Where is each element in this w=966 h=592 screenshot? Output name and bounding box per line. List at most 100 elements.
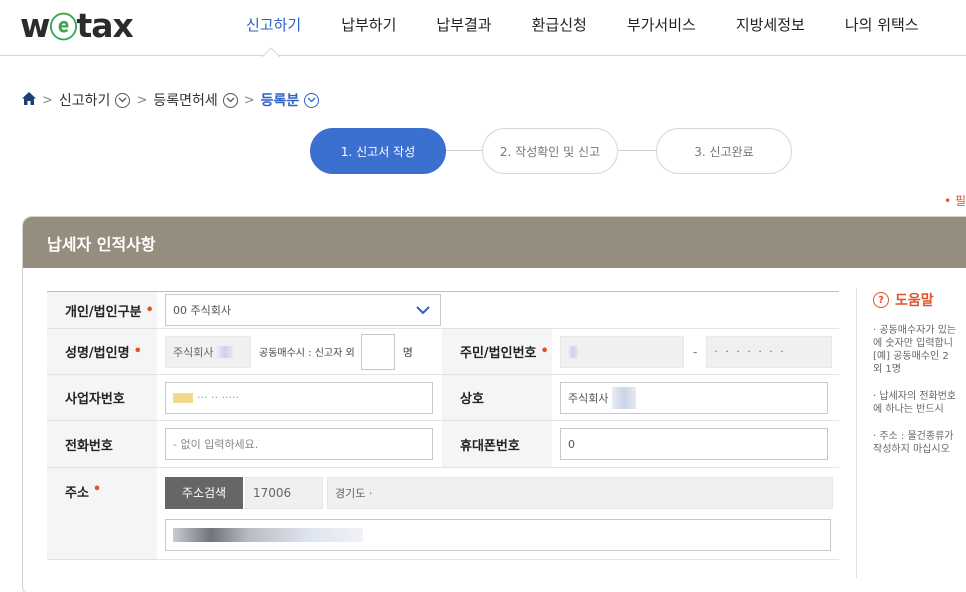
breadcrumb-item-license-tax[interactable]: 등록면허세 [153, 90, 238, 110]
joint-buyer-unit: 명 [402, 345, 413, 359]
address-search-button[interactable]: 주소검색 [165, 476, 243, 509]
step-connector [618, 150, 658, 151]
bizno-value: ··· ·· ····· [197, 391, 239, 404]
id-second-field[interactable]: · · · · · · · [706, 335, 833, 368]
required-mark: • [145, 302, 154, 318]
mobile-cell: 0 [552, 421, 839, 467]
breadcrumb-item-registration[interactable]: 등록분 [261, 90, 320, 110]
nav-active-caret-icon [262, 47, 280, 57]
nav-item-local-tax-info[interactable]: 지방세정보 [736, 14, 805, 35]
form-row: 사업자번호 ··· ·· ····· 상호 주식회사 [47, 375, 839, 421]
help-item: · 주소 : 물건종류가 작성하지 마십시오 [873, 431, 954, 455]
form-row: 주소 • 주소검색 17006 경기도 · [47, 468, 839, 560]
nav-item-refund[interactable]: 환급신청 [532, 14, 587, 35]
mobile-input[interactable]: 0 [560, 428, 828, 460]
id-label: 주민/법인번호 • [442, 329, 552, 374]
taxpayer-info-panel: 납세자 인적사항 개인/법인구분• 00 주식회사 성명/법인명• 주식회사 [22, 216, 966, 592]
bizno-cell: ··· ·· ····· [157, 375, 442, 420]
address-detail-input[interactable] [165, 518, 831, 551]
breadcrumb-item-report[interactable]: 신고하기 [59, 90, 131, 110]
address1-value: 경기도 · [335, 486, 373, 500]
company-label: 상호 [442, 375, 552, 420]
name-field[interactable]: 주식회사 [165, 335, 251, 368]
home-icon[interactable] [22, 91, 36, 109]
step-confirm-submit: 2. 작성확인 및 신고 [482, 128, 618, 174]
joint-buyer-count-input[interactable] [360, 333, 395, 370]
bizno-input[interactable]: ··· ·· ····· [165, 381, 433, 414]
zipcode-value: 17006 [253, 485, 292, 500]
name-value: 주식회사 [173, 345, 214, 359]
wetax-logo[interactable]: wⓔtax [20, 6, 134, 46]
nav-item-payment-result[interactable]: 납부결과 [436, 14, 491, 35]
form-row: 성명/법인명 • 주식회사 공동매수시 : 신고자 외 명 주민/법인번호 • - … [47, 329, 839, 375]
bizno-label: 사업자번호 [47, 375, 157, 420]
help-title: ? 도움말 [873, 290, 966, 310]
id-cell: - · · · · · · · [552, 329, 839, 374]
form-row: 전화번호 - 없이 입력하세요. 휴대폰번호 0 [47, 421, 839, 468]
id-first-field[interactable] [560, 335, 684, 368]
joint-buyer-label: 공동매수시 : 신고자 외 [259, 348, 355, 359]
form-row: 개인/법인구분 • 00 주식회사 [47, 292, 839, 329]
taxpayer-form: 개인/법인구분 • 00 주식회사 성명/법인명 • 주식회사 공동매수시 : 신고… [47, 291, 839, 560]
label-text: 성명/법인명 [65, 346, 130, 361]
breadcrumb-label: 등록분 [260, 93, 300, 109]
masked-text [612, 386, 637, 409]
phone-cell: - 없이 입력하세요. [157, 421, 442, 467]
required-mark: • [540, 344, 549, 359]
help-item: · 공동매수자가 있는 에 숫자만 입력합니 [예] 공동매수인 2 외 1명 [873, 325, 957, 375]
nav-item-my-wetax[interactable]: 나의 위택스 [845, 14, 919, 35]
label-text: 주민/법인번호 [460, 346, 537, 361]
nav-item-report[interactable]: 신고하기 [246, 14, 301, 35]
id-masked-value: · · · · · · · [714, 345, 786, 358]
type-cell: 00 주식회사 [157, 292, 839, 328]
main-nav: 신고하기 납부하기 납부결과 환급신청 부가서비스 지방세정보 나의 위택스 [246, 14, 959, 35]
breadcrumb: > 신고하기 > 등록면허세 > 등록분 [22, 90, 320, 110]
required-note: • 필 [944, 194, 966, 208]
help-panel: ? 도움말 · 공동매수자가 있는 에 숫자만 입력합니 [예] 공동매수인 2… [856, 288, 966, 578]
type-label: 개인/법인구분 • [47, 292, 157, 328]
logo-text-w: w [20, 6, 50, 45]
label-text: 상호 [460, 392, 484, 407]
chevron-down-circle-icon[interactable] [304, 92, 320, 108]
top-header: wⓔtax 신고하기 납부하기 납부결과 환급신청 부가서비스 지방세정보 나의… [0, 0, 966, 57]
help-item: · 납세자의 전화번호 에 하나는 반드시 [873, 391, 957, 415]
address-search-row: 주소검색 17006 경기도 · [165, 476, 833, 509]
step-complete: 3. 신고완료 [656, 128, 792, 174]
label-text: 주소 [65, 486, 89, 501]
chevron-down-icon [416, 305, 430, 314]
mobile-value: 0 [568, 437, 575, 451]
breadcrumb-label: 신고하기 [58, 93, 111, 109]
zipcode-field: 17006 [245, 476, 323, 509]
type-select[interactable]: 00 주식회사 [165, 294, 441, 326]
company-value: 주식회사 [568, 391, 609, 405]
type-select-value: 00 주식회사 [173, 304, 231, 317]
breadcrumb-separator-icon: > [42, 92, 53, 108]
name-cell: 주식회사 공동매수시 : 신고자 외 명 [157, 329, 442, 374]
progress-steps: 1. 신고서 작성 2. 작성확인 및 신고 3. 신고완료 [310, 128, 796, 174]
masked-text [173, 392, 193, 403]
logo-e-icon: ⓔ [49, 11, 78, 44]
chevron-down-circle-icon[interactable] [222, 92, 238, 108]
step-connector [444, 150, 484, 151]
company-input[interactable]: 주식회사 [560, 381, 828, 414]
masked-text [173, 527, 363, 542]
nav-item-extra-services[interactable]: 부가서비스 [627, 14, 696, 35]
label-text: 전화번호 [65, 438, 113, 454]
masked-text [217, 345, 234, 358]
chevron-down-circle-icon[interactable] [115, 92, 131, 108]
breadcrumb-label: 등록면허세 [153, 93, 218, 109]
label-text: 개인/법인구분 [65, 304, 142, 320]
address1-field: 경기도 · [327, 476, 833, 509]
address-cell: 주소검색 17006 경기도 · [157, 468, 839, 559]
phone-placeholder: - 없이 입력하세요. [173, 438, 259, 451]
masked-text [568, 345, 578, 358]
required-mark: • [133, 344, 142, 359]
breadcrumb-separator-icon: > [136, 92, 148, 108]
phone-input[interactable]: - 없이 입력하세요. [165, 428, 433, 460]
panel-title: 납세자 인적사항 [23, 217, 966, 268]
id-dash: - [693, 344, 698, 359]
mobile-label: 휴대폰번호 [442, 421, 552, 467]
phone-label: 전화번호 [47, 421, 157, 467]
nav-item-payment[interactable]: 납부하기 [341, 14, 396, 35]
breadcrumb-separator-icon: > [243, 92, 255, 108]
